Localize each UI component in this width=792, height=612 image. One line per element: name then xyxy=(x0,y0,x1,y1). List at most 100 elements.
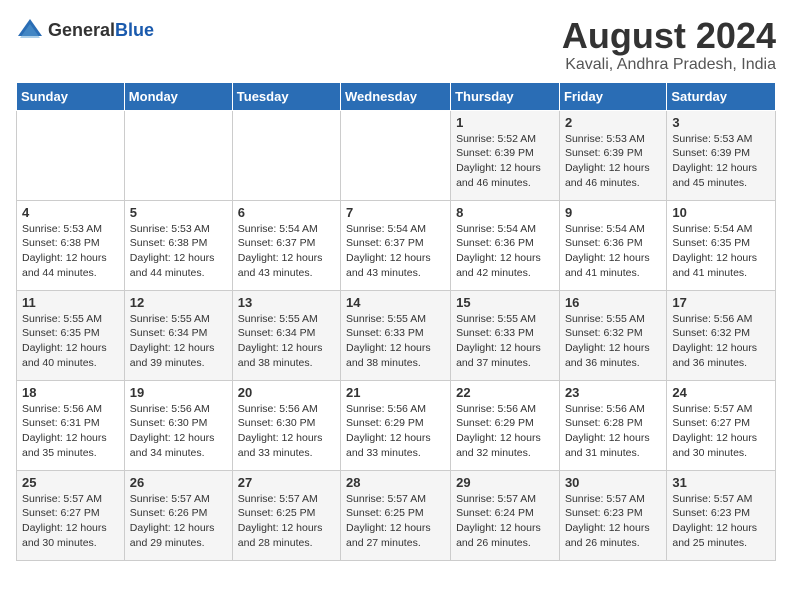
calendar-cell: 23 Sunrise: 5:56 AM Sunset: 6:28 PM Dayli… xyxy=(559,380,666,470)
calendar-cell: 29Sunrise: 5:57 AM Sunset: 6:24 PM Dayli… xyxy=(451,470,560,560)
day-detail: Sunrise: 5:56 AM Sunset: 6:32 PM Dayligh… xyxy=(672,313,757,369)
calendar-cell: 5Sunrise: 5:53 AM Sunset: 6:38 PM Daylig… xyxy=(124,200,232,290)
day-number: 27 xyxy=(238,475,335,490)
day-number: 22 xyxy=(456,385,554,400)
calendar-table: SundayMondayTuesdayWednesdayThursdayFrid… xyxy=(16,82,776,561)
day-number: 1 xyxy=(456,115,554,130)
header: GeneralBlue August 2024 Kavali, Andhra P… xyxy=(16,16,776,74)
day-number: 9 xyxy=(565,205,661,220)
calendar-cell: 9Sunrise: 5:54 AM Sunset: 6:36 PM Daylig… xyxy=(559,200,666,290)
calendar-cell: 10 Sunrise: 5:54 AM Sunset: 6:35 PM Dayli… xyxy=(667,200,776,290)
day-number: 19 xyxy=(130,385,227,400)
day-header-friday: Friday xyxy=(559,82,666,110)
day-detail: Sunrise: 5:56 AM Sunset: 6:28 PM Dayligh… xyxy=(565,403,650,459)
day-detail: Sunrise: 5:55 AM Sunset: 6:33 PM Dayligh… xyxy=(456,313,541,369)
day-detail: Sunrise: 5:56 AM Sunset: 6:29 PM Dayligh… xyxy=(456,403,541,459)
subtitle: Kavali, Andhra Pradesh, India xyxy=(562,56,776,74)
day-number: 10 xyxy=(672,205,770,220)
calendar-cell: 7 Sunrise: 5:54 AM Sunset: 6:37 PM Daylig… xyxy=(341,200,451,290)
day-detail: Sunrise: 5:54 AM Sunset: 6:37 PM Dayligh… xyxy=(346,223,431,279)
calendar-cell xyxy=(232,110,340,200)
week-row-3: 11 Sunrise: 5:55 AM Sunset: 6:35 PM Dayli… xyxy=(17,290,776,380)
day-number: 20 xyxy=(238,385,335,400)
day-detail: Sunrise: 5:57 AM Sunset: 6:26 PM Dayligh… xyxy=(130,493,215,549)
day-detail: Sunrise: 5:54 AM Sunset: 6:36 PM Dayligh… xyxy=(456,223,541,279)
calendar-cell: 17Sunrise: 5:56 AM Sunset: 6:32 PM Dayli… xyxy=(667,290,776,380)
day-detail: Sunrise: 5:56 AM Sunset: 6:31 PM Dayligh… xyxy=(22,403,107,459)
calendar-cell: 26 Sunrise: 5:57 AM Sunset: 6:26 PM Dayli… xyxy=(124,470,232,560)
day-detail: Sunrise: 5:57 AM Sunset: 6:23 PM Dayligh… xyxy=(672,493,757,549)
day-detail: Sunrise: 5:57 AM Sunset: 6:25 PM Dayligh… xyxy=(346,493,431,549)
day-number: 5 xyxy=(130,205,227,220)
day-detail: Sunrise: 5:54 AM Sunset: 6:35 PM Dayligh… xyxy=(672,223,757,279)
day-number: 8 xyxy=(456,205,554,220)
day-detail: Sunrise: 5:55 AM Sunset: 6:34 PM Dayligh… xyxy=(238,313,323,369)
day-detail: Sunrise: 5:54 AM Sunset: 6:37 PM Dayligh… xyxy=(238,223,323,279)
day-number: 23 xyxy=(565,385,661,400)
day-number: 12 xyxy=(130,295,227,310)
day-number: 11 xyxy=(22,295,119,310)
day-header-sunday: Sunday xyxy=(17,82,125,110)
day-detail: Sunrise: 5:56 AM Sunset: 6:30 PM Dayligh… xyxy=(238,403,323,459)
title-block: August 2024 Kavali, Andhra Pradesh, Indi… xyxy=(562,16,776,74)
calendar-cell: 31 Sunrise: 5:57 AM Sunset: 6:23 PM Dayli… xyxy=(667,470,776,560)
calendar-cell: 3Sunrise: 5:53 AM Sunset: 6:39 PM Daylig… xyxy=(667,110,776,200)
day-number: 31 xyxy=(672,475,770,490)
calendar-cell: 28Sunrise: 5:57 AM Sunset: 6:25 PM Dayli… xyxy=(341,470,451,560)
calendar-cell: 2 Sunrise: 5:53 AM Sunset: 6:39 PM Daylig… xyxy=(559,110,666,200)
day-header-tuesday: Tuesday xyxy=(232,82,340,110)
day-detail: Sunrise: 5:57 AM Sunset: 6:27 PM Dayligh… xyxy=(22,493,107,549)
day-number: 4 xyxy=(22,205,119,220)
day-detail: Sunrise: 5:55 AM Sunset: 6:34 PM Dayligh… xyxy=(130,313,215,369)
header-row: SundayMondayTuesdayWednesdayThursdayFrid… xyxy=(17,82,776,110)
calendar-cell: 14Sunrise: 5:55 AM Sunset: 6:33 PM Dayli… xyxy=(341,290,451,380)
calendar-cell: 22 Sunrise: 5:56 AM Sunset: 6:29 PM Dayli… xyxy=(451,380,560,470)
day-detail: Sunrise: 5:53 AM Sunset: 6:38 PM Dayligh… xyxy=(22,223,107,279)
day-number: 2 xyxy=(565,115,661,130)
day-detail: Sunrise: 5:53 AM Sunset: 6:39 PM Dayligh… xyxy=(565,133,650,189)
calendar-cell: 13 Sunrise: 5:55 AM Sunset: 6:34 PM Dayli… xyxy=(232,290,340,380)
calendar-cell: 25Sunrise: 5:57 AM Sunset: 6:27 PM Dayli… xyxy=(17,470,125,560)
day-detail: Sunrise: 5:57 AM Sunset: 6:25 PM Dayligh… xyxy=(238,493,323,549)
week-row-4: 18Sunrise: 5:56 AM Sunset: 6:31 PM Dayli… xyxy=(17,380,776,470)
calendar-cell: 15Sunrise: 5:55 AM Sunset: 6:33 PM Dayli… xyxy=(451,290,560,380)
day-number: 30 xyxy=(565,475,661,490)
logo-blue: Blue xyxy=(115,20,154,40)
calendar-cell: 24 Sunrise: 5:57 AM Sunset: 6:27 PM Dayli… xyxy=(667,380,776,470)
calendar-cell: 20 Sunrise: 5:56 AM Sunset: 6:30 PM Dayli… xyxy=(232,380,340,470)
day-number: 3 xyxy=(672,115,770,130)
calendar-cell: 1 Sunrise: 5:52 AM Sunset: 6:39 PM Daylig… xyxy=(451,110,560,200)
logo-icon xyxy=(16,16,44,44)
logo: GeneralBlue xyxy=(16,16,154,44)
day-detail: Sunrise: 5:56 AM Sunset: 6:29 PM Dayligh… xyxy=(346,403,431,459)
calendar-cell: 6 Sunrise: 5:54 AM Sunset: 6:37 PM Daylig… xyxy=(232,200,340,290)
day-number: 29 xyxy=(456,475,554,490)
calendar-cell xyxy=(124,110,232,200)
day-detail: Sunrise: 5:57 AM Sunset: 6:23 PM Dayligh… xyxy=(565,493,650,549)
day-number: 16 xyxy=(565,295,661,310)
day-detail: Sunrise: 5:52 AM Sunset: 6:39 PM Dayligh… xyxy=(456,133,541,189)
day-number: 6 xyxy=(238,205,335,220)
day-header-monday: Monday xyxy=(124,82,232,110)
day-number: 26 xyxy=(130,475,227,490)
calendar-cell: 16Sunrise: 5:55 AM Sunset: 6:32 PM Dayli… xyxy=(559,290,666,380)
calendar-cell: 4 Sunrise: 5:53 AM Sunset: 6:38 PM Daylig… xyxy=(17,200,125,290)
day-number: 7 xyxy=(346,205,445,220)
day-header-saturday: Saturday xyxy=(667,82,776,110)
day-header-thursday: Thursday xyxy=(451,82,560,110)
calendar-cell xyxy=(17,110,125,200)
day-number: 14 xyxy=(346,295,445,310)
calendar-cell: 19Sunrise: 5:56 AM Sunset: 6:30 PM Dayli… xyxy=(124,380,232,470)
day-number: 24 xyxy=(672,385,770,400)
week-row-1: 1 Sunrise: 5:52 AM Sunset: 6:39 PM Daylig… xyxy=(17,110,776,200)
calendar-cell: 18Sunrise: 5:56 AM Sunset: 6:31 PM Dayli… xyxy=(17,380,125,470)
week-row-2: 4 Sunrise: 5:53 AM Sunset: 6:38 PM Daylig… xyxy=(17,200,776,290)
main-title: August 2024 xyxy=(562,16,776,56)
day-header-wednesday: Wednesday xyxy=(341,82,451,110)
logo-general: General xyxy=(48,20,115,40)
day-detail: Sunrise: 5:57 AM Sunset: 6:27 PM Dayligh… xyxy=(672,403,757,459)
day-detail: Sunrise: 5:55 AM Sunset: 6:35 PM Dayligh… xyxy=(22,313,107,369)
day-number: 13 xyxy=(238,295,335,310)
calendar-cell: 27 Sunrise: 5:57 AM Sunset: 6:25 PM Dayli… xyxy=(232,470,340,560)
calendar-cell xyxy=(341,110,451,200)
